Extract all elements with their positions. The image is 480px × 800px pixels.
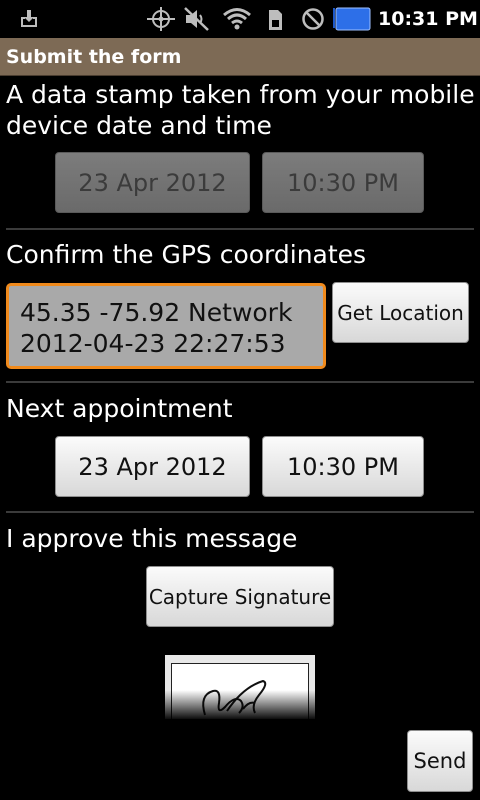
signal-icon <box>264 0 286 38</box>
title-bar: Submit the form <box>0 38 480 76</box>
signature-fade <box>165 655 315 719</box>
gps-icon <box>144 0 178 38</box>
get-location-button[interactable]: Get Location <box>332 282 469 343</box>
divider <box>6 228 474 230</box>
download-icon <box>16 0 42 38</box>
appointment-time-button[interactable]: 10:30 PM <box>262 436 424 497</box>
gps-coordinates-field[interactable]: 45.35 -75.92 Network 2012-04-23 22:27:53 <box>6 283 326 369</box>
signature-preview <box>165 655 315 719</box>
stamp-label-line-1: A data stamp taken from your mobile <box>6 80 475 109</box>
page-title: Submit the form <box>6 46 182 68</box>
wifi-icon <box>222 0 252 38</box>
appointment-label: Next appointment <box>6 394 233 423</box>
stamp-time-button: 10:30 PM <box>262 152 424 213</box>
stamp-date-button: 23 Apr 2012 <box>55 152 250 213</box>
send-button[interactable]: Send <box>407 730 473 792</box>
capture-signature-button[interactable]: Capture Signature <box>146 566 334 627</box>
stamp-label-line-2: device date and time <box>6 111 272 140</box>
mute-icon <box>182 0 212 38</box>
gps-timestamp: 2012-04-23 22:27:53 <box>20 329 286 358</box>
status-clock: 10:31 PM <box>378 8 478 30</box>
divider <box>6 511 474 513</box>
appointment-date-button[interactable]: 23 Apr 2012 <box>55 436 250 497</box>
status-bar: 10:31 PM <box>0 0 480 38</box>
no-sim-icon <box>300 0 326 38</box>
approve-label: I approve this message <box>6 524 298 553</box>
gps-coordinates: 45.35 -75.92 Network <box>20 298 293 327</box>
divider <box>6 381 474 383</box>
battery-icon <box>332 0 372 38</box>
gps-label: Confirm the GPS coordinates <box>6 240 367 269</box>
